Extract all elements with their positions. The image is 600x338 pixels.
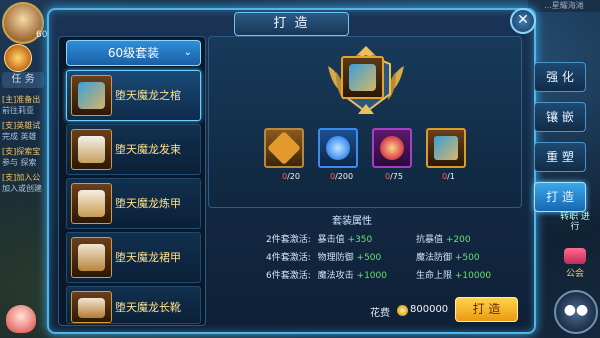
- equipment-item-label: 堕天魔龙长靴: [115, 301, 181, 314]
- scroll-icon: [434, 136, 458, 160]
- forge-button[interactable]: 打 造: [455, 297, 518, 322]
- job-change-label[interactable]: 转职 进行: [560, 212, 590, 232]
- quest-tracker: [主]准备出 前往莉亚 [支]英雄试 完成 英雄 [支]探索宝 参与 探索 [支]加入…: [2, 94, 46, 198]
- cost-value: 800000: [410, 304, 449, 315]
- set-bonus-row: 2件套激活: 暴击值 +350: [266, 235, 373, 245]
- set-bonus-row: 6件套激活: 魔法攻击 +1000: [266, 271, 387, 281]
- hair-band-item-icon: [71, 129, 112, 170]
- companion-avatar[interactable]: [4, 44, 32, 72]
- title-bar: 打 造: [49, 10, 534, 36]
- star-shard-icon: [267, 131, 301, 165]
- equipment-item[interactable]: 堕天魔龙之棺: [66, 70, 201, 121]
- task-tab[interactable]: 任 务: [2, 72, 44, 88]
- material-count: 0/1: [442, 172, 455, 181]
- guild-button[interactable]: 公会: [560, 248, 590, 279]
- guild-label: 公会: [565, 269, 584, 279]
- material-count: 0/20: [282, 172, 300, 181]
- equipment-item-label: 堕天魔龙发束: [115, 143, 181, 156]
- material-slot[interactable]: [318, 128, 358, 168]
- coffin-item-icon: [349, 64, 376, 91]
- equipment-item-label: 堕天魔龙裙甲: [115, 251, 181, 264]
- set-attributes-title: 套装属性: [332, 216, 372, 227]
- player-level: 60: [36, 30, 48, 40]
- chest-armor-item-icon: [71, 183, 112, 224]
- material-count: 0/75: [385, 172, 403, 181]
- close-button[interactable]: ✕: [510, 8, 536, 34]
- equipment-item-label: 堕天魔龙之棺: [115, 89, 181, 102]
- equipment-item-label: 堕天魔龙炼甲: [115, 197, 181, 210]
- coffin-item-icon: [71, 75, 112, 116]
- tab-inlay[interactable]: 镶 嵌: [534, 102, 586, 132]
- gold-coin-icon: [397, 305, 408, 316]
- zone-name: ...星耀海滩: [528, 0, 600, 12]
- quest-item[interactable]: [支]英雄试 完成 英雄: [2, 120, 46, 142]
- guild-icon: [564, 248, 586, 264]
- material-slot[interactable]: [426, 128, 466, 168]
- quest-item[interactable]: [主]准备出 前往莉亚: [2, 94, 46, 116]
- set-bonus-row: 4件套激活: 物理防御 +500: [266, 253, 382, 263]
- equipment-item[interactable]: 堕天魔龙裙甲: [66, 232, 201, 283]
- set-bonus-row: 生命上限 +10000: [416, 271, 492, 281]
- quest-item[interactable]: [支]探索宝 参与 探索: [2, 146, 46, 168]
- set-bonus-row: 魔法防御 +500: [416, 253, 480, 263]
- tab-forge[interactable]: 打 造: [534, 182, 586, 212]
- skirt-armor-item-icon: [71, 237, 112, 278]
- material-slot[interactable]: [372, 128, 412, 168]
- cost-label: 花费: [370, 308, 390, 319]
- tab-reshape[interactable]: 重 塑: [534, 142, 586, 172]
- dialog-title: 打 造: [234, 12, 349, 36]
- chat-button[interactable]: ●●: [554, 290, 598, 334]
- mascot-icon[interactable]: [6, 305, 36, 333]
- equipment-item[interactable]: 堕天魔龙长靴: [66, 286, 201, 324]
- fire-orb-icon: [380, 136, 404, 160]
- equipment-item[interactable]: 堕天魔龙炼甲: [66, 178, 201, 229]
- tab-enhance[interactable]: 强 化: [534, 62, 586, 92]
- equipment-item[interactable]: 堕天魔龙发束: [66, 124, 201, 175]
- material-slot[interactable]: [264, 128, 304, 168]
- material-count: 0/200: [330, 172, 354, 181]
- blue-potion-icon: [326, 136, 350, 160]
- set-bonus-row: 抗暴值 +200: [416, 235, 471, 245]
- chevron-down-icon: ⌄: [183, 47, 192, 58]
- boots-item-icon: [71, 291, 112, 323]
- quest-item[interactable]: [支]加入公 加入或创建: [2, 172, 46, 194]
- set-level-label: 60级套装: [107, 46, 160, 60]
- target-equipment-slot[interactable]: [341, 56, 384, 99]
- set-level-dropdown[interactable]: 60级套装 ⌄: [66, 40, 201, 66]
